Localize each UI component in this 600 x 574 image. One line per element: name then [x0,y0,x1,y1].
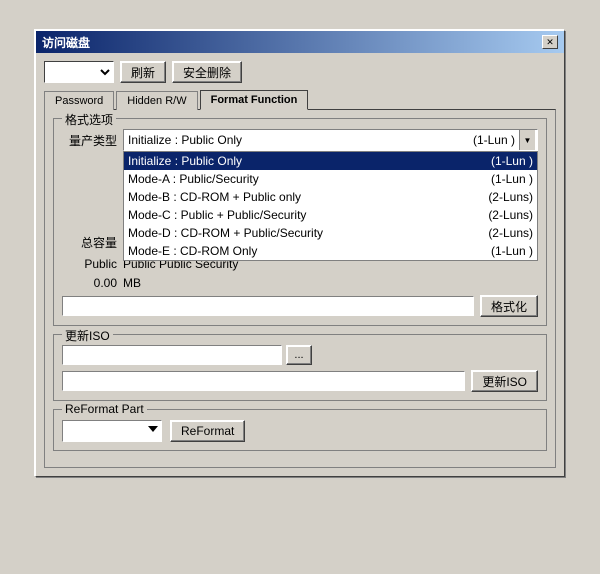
window-title: 访问磁盘 [42,34,90,51]
dropdown-item-text-0: Initialize : Public Only [128,154,481,168]
iso-update-button[interactable]: 更新ISO [471,370,538,392]
dropdown-item-1[interactable]: Mode-A : Public/Security (1-Lun ) [124,170,537,188]
dropdown-item-5[interactable]: Mode-E : CD-ROM Only (1-Lun ) [124,242,537,260]
dropdown-item-tag-2: (2-Luns) [488,190,533,204]
iso-title: 更新ISO [62,327,113,344]
window-body: 刷新 安全删除 Password Hidden R/W Format Funct… [36,53,564,476]
format-options-inner: 量产类型 Initialize : Public Only (1-Lun ) ▼… [62,129,538,317]
public-label: Public [62,257,117,271]
dropdown-item-tag-0: (1-Lun ) [491,154,533,168]
dropdown-item-2[interactable]: Mode-B : CD-ROM + Public only (2-Luns) [124,188,537,206]
value-label: 0.00 [62,276,117,290]
tab-strip: Password Hidden R/W Format Function [44,89,556,109]
mb-label: MB [123,276,141,290]
dropdown-selected-tag: (1-Lun ) [473,133,515,147]
dropdown-item-0[interactable]: Initialize : Public Only (1-Lun ) [124,152,537,170]
reformat-button[interactable]: ReFormat [170,420,245,442]
iso-browse-button[interactable]: ... [286,345,312,365]
refresh-button[interactable]: 刷新 [120,61,166,83]
dropdown-item-text-5: Mode-E : CD-ROM Only [128,244,481,258]
product-type-label: 量产类型 [62,132,117,149]
dropdown-item-4[interactable]: Mode-D : CD-ROM + Public/Security (2-Lun… [124,224,537,242]
dropdown-item-text-4: Mode-D : CD-ROM + Public/Security [128,226,478,240]
dropdown-item-tag-4: (2-Luns) [488,226,533,240]
title-bar-controls: ✕ [542,35,558,49]
total-capacity-label: 总容量 [62,234,117,251]
product-type-dropdown[interactable]: Initialize : Public Only (1-Lun ) ▼ [123,129,538,151]
format-action-row: 格式化 [62,295,538,317]
tab-password[interactable]: Password [44,91,114,110]
iso-action-row: 更新ISO [62,370,538,392]
reformat-section: ReFormat Part ReFormat [53,409,547,451]
iso-status-input[interactable] [62,371,465,391]
product-type-row: 量产类型 Initialize : Public Only (1-Lun ) ▼… [62,129,538,151]
top-controls: 刷新 安全删除 [44,61,556,83]
dropdown-popup[interactable]: Initialize : Public Only (1-Lun ) Mode-A… [123,151,538,261]
value-row: 0.00 MB [62,276,538,290]
dropdown-item-tag-3: (2-Luns) [488,208,533,222]
dropdown-container: Initialize : Public Only (1-Lun ) ▼ Init… [123,129,538,151]
security-delete-button[interactable]: 安全删除 [172,61,242,83]
close-button[interactable]: ✕ [542,35,558,49]
format-options-title: 格式选项 [62,111,116,128]
reformat-row: ReFormat [62,420,538,442]
format-button[interactable]: 格式化 [480,295,538,317]
iso-section: 更新ISO ... 更新ISO [53,334,547,401]
dropdown-selected-text: Initialize : Public Only [126,133,473,147]
tab-hidden-rw[interactable]: Hidden R/W [116,91,197,110]
dropdown-item-text-2: Mode-B : CD-ROM + Public only [128,190,478,204]
format-text-input[interactable] [62,296,474,316]
iso-inner: ... 更新ISO [62,345,538,392]
dropdown-arrow-icon[interactable]: ▼ [519,130,535,150]
dropdown-item-text-3: Mode-C : Public + Public/Security [128,208,478,222]
tab-content: 格式选项 量产类型 Initialize : Public Only (1-Lu… [44,109,556,468]
main-window: 访问磁盘 ✕ 刷新 安全删除 Password Hidden R/W Forma… [35,30,565,477]
reformat-dropdown-wrapper [62,420,162,442]
format-options-group: 格式选项 量产类型 Initialize : Public Only (1-Lu… [53,118,547,326]
dropdown-item-text-1: Mode-A : Public/Security [128,172,481,186]
dropdown-item-tag-5: (1-Lun ) [491,244,533,258]
dropdown-item-3[interactable]: Mode-C : Public + Public/Security (2-Lun… [124,206,537,224]
reformat-title: ReFormat Part [62,402,147,416]
title-bar: 访问磁盘 ✕ [36,31,564,53]
reformat-select[interactable] [62,420,162,442]
dropdown-item-tag-1: (1-Lun ) [491,172,533,186]
iso-browse-row: ... [62,345,538,365]
iso-path-input[interactable] [62,345,282,365]
device-dropdown[interactable] [44,61,114,83]
tab-format-function[interactable]: Format Function [200,90,309,110]
